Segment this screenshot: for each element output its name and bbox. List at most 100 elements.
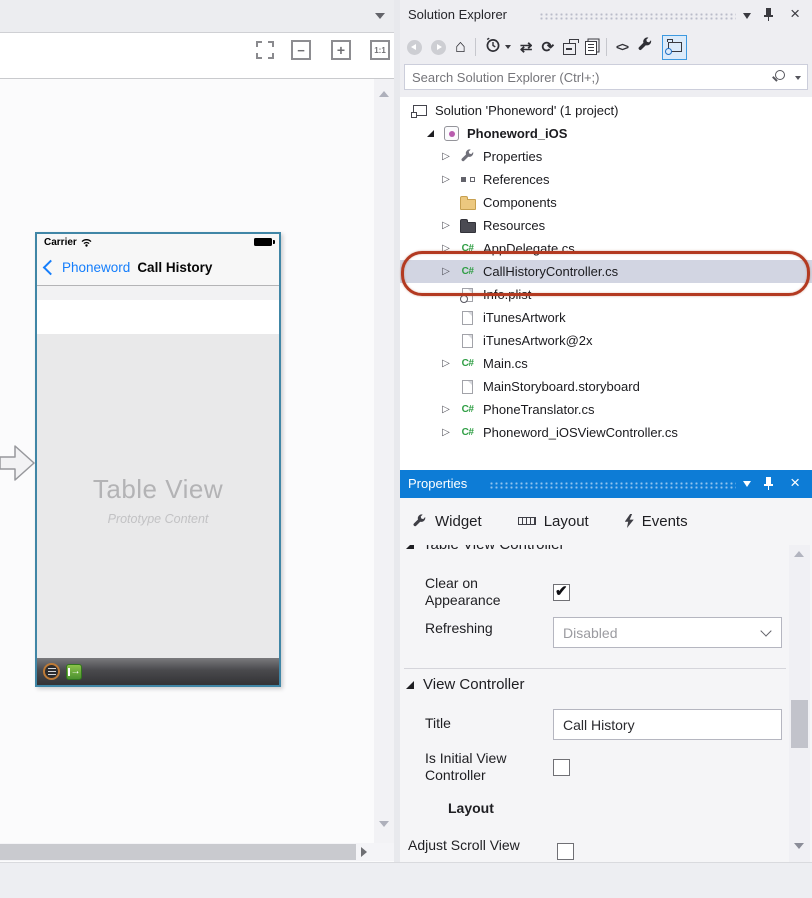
designer-horizontal-scrollbar[interactable] <box>0 843 394 861</box>
tab-layout[interactable]: Layout <box>518 513 589 530</box>
forward-button[interactable] <box>431 40 446 55</box>
section-view-controller[interactable]: View Controller <box>406 676 524 693</box>
pin-icon[interactable] <box>763 476 774 491</box>
tab-widget[interactable]: Widget <box>412 513 482 530</box>
table-view-area[interactable]: Table View Prototype Content <box>37 334 279 658</box>
is-initial-checkbox[interactable] <box>553 759 570 776</box>
fit-to-window-button[interactable] <box>255 40 275 60</box>
expander-collapsed-icon[interactable] <box>438 172 454 188</box>
solution-explorer-header: Solution Explorer × <box>400 0 812 97</box>
expander-collapsed-icon[interactable] <box>438 425 454 441</box>
zoom-out-button[interactable]: − <box>291 40 311 60</box>
tree-item-references[interactable]: References <box>400 168 812 191</box>
tree-item-label: iTunesArtwork <box>483 310 566 325</box>
ios-app-icon <box>442 125 461 142</box>
expander-expanded-icon[interactable] <box>422 126 438 142</box>
window-position-chevron-icon[interactable] <box>743 481 751 487</box>
ios-navigation-bar: Phoneword Call History <box>37 250 279 286</box>
view-code-icon[interactable]: <> <box>616 40 628 54</box>
actual-size-button[interactable]: 1:1 <box>370 40 390 60</box>
horizontal-scroll-thumb[interactable] <box>0 844 356 860</box>
table-view-placeholder: Table View <box>37 474 279 505</box>
prototype-content-label: Prototype Content <box>37 512 279 526</box>
file-icon <box>458 378 477 395</box>
expander-collapsed-icon[interactable] <box>438 218 454 234</box>
section-table-view-controller[interactable]: Table View Controller <box>406 545 778 558</box>
preview-selected-items-button[interactable] <box>662 35 687 60</box>
table-prototype-row[interactable] <box>37 300 279 334</box>
properties-vertical-scrollbar[interactable] <box>789 545 810 862</box>
show-all-files-icon[interactable] <box>585 41 597 55</box>
titlebar-drag-grip[interactable] <box>540 13 736 20</box>
tree-item-callhistorycontroller-cs[interactable]: C#CallHistoryController.cs <box>400 260 812 283</box>
designer-vertical-scrollbar[interactable] <box>374 79 394 843</box>
tree-item-info-plist[interactable]: Info.plist <box>400 283 812 306</box>
segue-arrow-icon[interactable] <box>0 442 36 484</box>
scroll-right-icon[interactable] <box>361 847 367 857</box>
back-button[interactable] <box>407 40 422 55</box>
tree-item-appdelegate-cs[interactable]: C#AppDelegate.cs <box>400 237 812 260</box>
tab-label: Events <box>642 513 688 530</box>
expander-collapsed-icon[interactable] <box>438 356 454 372</box>
expander-collapsed-icon[interactable] <box>438 264 454 280</box>
preview-folder-icon <box>668 42 682 52</box>
tree-item-components[interactable]: Components <box>400 191 812 214</box>
title-input[interactable] <box>563 717 781 733</box>
iphone-view-controller[interactable]: Carrier Phoneword Call History <box>35 232 281 687</box>
folder-yellow-icon <box>458 194 477 211</box>
adjust-scroll-view-label: Adjust Scroll View <box>408 837 568 854</box>
clear-on-appearance-checkbox[interactable] <box>553 584 570 601</box>
scroll-down-icon[interactable] <box>379 821 389 827</box>
sync-active-document-icon[interactable] <box>520 38 533 57</box>
tab-events[interactable]: Events <box>625 513 688 530</box>
tree-item-label: Main.cs <box>483 356 528 371</box>
search-icon[interactable] <box>775 70 785 80</box>
tree-item-phonetranslator-cs[interactable]: C#PhoneTranslator.cs <box>400 398 812 421</box>
tree-item-main-cs[interactable]: C#Main.cs <box>400 352 812 375</box>
tree-item-phoneword-iosviewcontroller-cs[interactable]: C#Phoneword_iOSViewController.cs <box>400 421 812 444</box>
tree-item-label: Phoneword_iOS <box>467 126 567 141</box>
expander-collapsed-icon[interactable] <box>438 149 454 165</box>
history-filter-icon[interactable] <box>485 37 501 58</box>
pin-icon[interactable] <box>763 7 774 22</box>
vertical-scroll-thumb[interactable] <box>791 700 808 748</box>
refresh-icon[interactable] <box>541 38 554 57</box>
refreshing-select[interactable]: Disabled <box>553 617 782 648</box>
close-icon[interactable]: × <box>790 4 800 24</box>
home-icon[interactable] <box>455 38 466 57</box>
design-surface[interactable]: Carrier Phoneword Call History <box>0 79 374 843</box>
tree-item-itunesartwork-2x[interactable]: iTunesArtwork@2x <box>400 329 812 352</box>
tree-item-properties[interactable]: Properties <box>400 145 812 168</box>
tree-item-resources[interactable]: Resources <box>400 214 812 237</box>
ide-window: − + 1:1 ZOOM Carrier <box>0 0 812 898</box>
search-input[interactable] <box>405 65 772 89</box>
adjust-scroll-view-checkbox[interactable] <box>557 843 574 860</box>
zoom-in-button[interactable]: + <box>331 40 351 60</box>
scroll-up-icon[interactable] <box>379 91 389 97</box>
search-options-chevron-icon[interactable] <box>795 76 801 80</box>
close-icon[interactable]: × <box>790 473 800 493</box>
file-icon <box>458 309 477 326</box>
tree-item-itunesartwork[interactable]: iTunesArtwork <box>400 306 812 329</box>
scroll-down-icon[interactable] <box>794 843 804 849</box>
view-controller-icon[interactable] <box>43 663 60 680</box>
tree-item-phoneword-ios[interactable]: Phoneword_iOS <box>400 122 812 145</box>
window-position-chevron-icon[interactable] <box>743 13 751 19</box>
scroll-up-icon[interactable] <box>794 551 804 557</box>
wrench-icon <box>412 514 427 529</box>
csharp-icon: C# <box>458 401 477 418</box>
tree-item-mainstoryboard-storyboard[interactable]: MainStoryboard.storyboard <box>400 375 812 398</box>
history-filter-chevron-icon[interactable] <box>505 45 511 49</box>
section-header-label: View Controller <box>423 676 524 693</box>
expander-collapsed-icon[interactable] <box>438 402 454 418</box>
collapse-all-icon[interactable] <box>563 43 576 55</box>
nav-bar-title: Call History <box>137 260 212 275</box>
titlebar-drag-grip[interactable] <box>490 482 736 489</box>
back-chevron-icon[interactable] <box>43 260 59 276</box>
back-button-label[interactable]: Phoneword <box>62 260 130 275</box>
properties-wrench-icon[interactable] <box>637 37 653 58</box>
expander-collapsed-icon[interactable] <box>438 241 454 257</box>
exit-segue-icon[interactable]: → <box>66 664 82 680</box>
pane-menu-chevron-down-icon[interactable] <box>375 13 385 19</box>
tree-item-solution-phoneword-1-project[interactable]: Solution 'Phoneword' (1 project) <box>400 99 812 122</box>
